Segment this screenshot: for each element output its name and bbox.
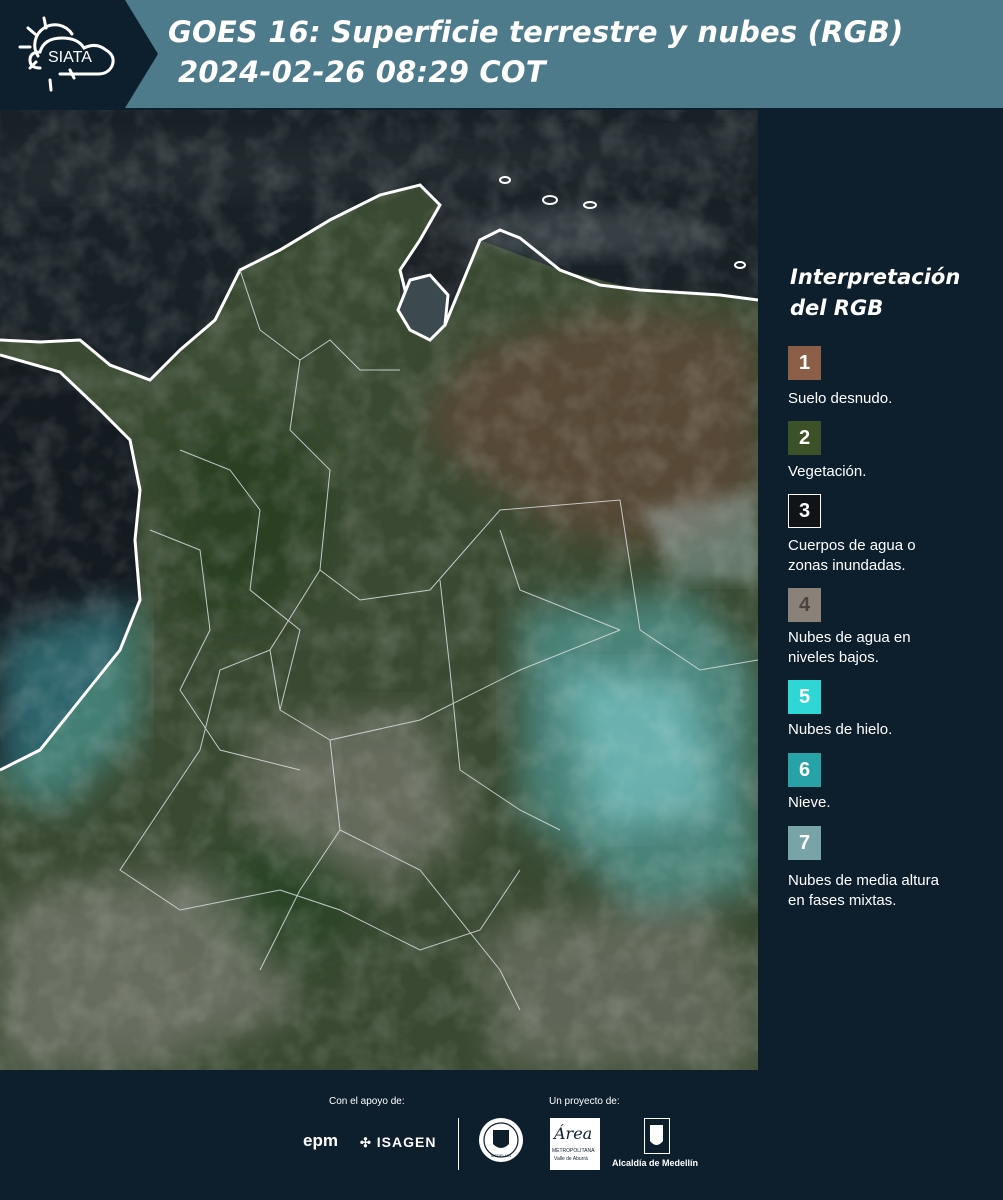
support-label: Con el apoyo de: <box>329 1096 405 1107</box>
area-metropolitana-logo[interactable]: Área METROPOLITANA Valle de Aburrá <box>550 1118 600 1170</box>
legend-swatch-7: 7 <box>788 826 821 860</box>
legend-label-line: Nubes de media altura <box>788 872 939 889</box>
header-bar: SIATA GOES 16: Superficie terrestre y nu… <box>0 0 1003 108</box>
legend-label-4: Nubes de agua en niveles bajos. <box>788 628 911 668</box>
legend-label-line: en fases mixtas. <box>788 892 897 909</box>
legend-number: 4 <box>798 593 811 616</box>
legend-label-3: Cuerpos de agua o zonas inundadas. <box>788 536 916 576</box>
legend-swatch-4: 4 <box>788 588 821 622</box>
project-label: Un proyecto de: <box>549 1096 620 1107</box>
footer: Con el apoyo de: Un proyecto de: epm ✣ I… <box>0 1070 1003 1200</box>
legend-label-line: niveles bajos. <box>788 649 879 666</box>
legend-label-6: Nieve. <box>788 793 831 813</box>
legend-title: Interpretación del RGB <box>790 262 960 324</box>
legend-label-line: Nieve. <box>788 794 831 811</box>
legend-title-line1: Interpretación <box>790 265 961 289</box>
medellin-seal-text: MEDELLIN <box>490 1153 511 1158</box>
legend-number: 7 <box>798 831 811 854</box>
isagen-logo[interactable]: ✣ ISAGEN <box>360 1134 436 1151</box>
legend-label-2: Vegetación. <box>788 462 866 482</box>
legend-label-line: zonas inundadas. <box>788 557 906 574</box>
alcaldia-logo-text[interactable]: Alcaldía de Medellín <box>612 1158 698 1168</box>
legend-label-line: Nubes de agua en <box>788 629 911 646</box>
isagen-logo-text: ISAGEN <box>376 1134 437 1150</box>
area-logo-text: Área <box>554 1124 593 1143</box>
page-timestamp: 2024-02-26 08:29 COT <box>178 55 546 89</box>
isagen-mark-icon: ✣ <box>360 1135 372 1150</box>
legend-label-1: Suelo desnudo. <box>788 389 892 409</box>
area-logo-sub2: Valle de Aburrá <box>554 1156 588 1162</box>
legend-swatch-5: 5 <box>788 680 821 714</box>
legend-swatch-6: 6 <box>788 753 821 787</box>
epm-logo[interactable]: epm <box>303 1131 338 1151</box>
siata-logo-text: SIATA <box>48 49 92 66</box>
legend-swatch-2: 2 <box>788 421 821 455</box>
legend-title-line2: del RGB <box>790 296 884 320</box>
legend-label-5: Nubes de hielo. <box>788 720 892 740</box>
page-title: GOES 16: Superficie terrestre y nubes (R… <box>168 15 904 49</box>
area-logo-sub1: METROPOLITANA <box>552 1148 595 1154</box>
legend-number: 2 <box>798 426 811 449</box>
legend-label-line: Cuerpos de agua o <box>788 537 916 554</box>
legend-label-line: Nubes de hielo. <box>788 721 893 738</box>
legend-label-7: Nubes de media altura en fases mixtas. <box>788 871 939 911</box>
legend-swatch-3: 3 <box>788 494 821 528</box>
legend-swatch-1: 1 <box>788 346 821 380</box>
legend-number: 3 <box>798 499 811 522</box>
legend-number: 5 <box>798 685 811 708</box>
footer-divider <box>458 1118 459 1170</box>
medellin-seal-logo[interactable]: MEDELLIN <box>477 1116 525 1164</box>
legend-label-line: Vegetación. <box>788 463 867 480</box>
legend-number: 6 <box>798 758 811 781</box>
legend-label-line: Suelo desnudo. <box>788 390 893 407</box>
siata-logo: SIATA <box>0 0 158 108</box>
legend-number: 1 <box>798 351 811 374</box>
epm-logo-text: epm <box>303 1131 338 1150</box>
alcaldia-shield-icon <box>644 1118 670 1154</box>
satellite-map[interactable] <box>0 110 758 1070</box>
